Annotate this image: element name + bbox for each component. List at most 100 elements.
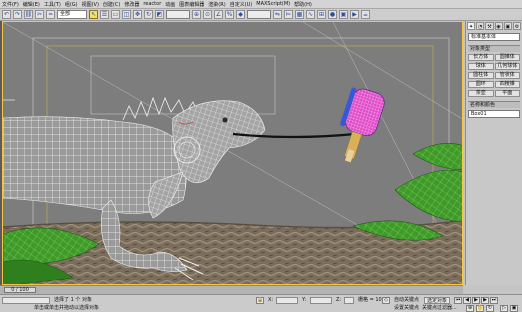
tab-modify[interactable]: ◔ — [476, 22, 485, 30]
snap-icon[interactable]: ⊙ — [203, 10, 212, 19]
pan-icon[interactable]: ✋ — [476, 305, 484, 312]
menu-rendering[interactable]: 渲染(R) — [208, 1, 225, 8]
menu-maxscript[interactable]: MAXScript(M) — [256, 1, 290, 7]
field-of-view-icon[interactable]: ▷ — [500, 305, 508, 312]
rotate-icon[interactable]: ↻ — [144, 10, 153, 19]
select-icon[interactable]: ↖ — [89, 10, 98, 19]
menu-graph-editors[interactable]: 图表编辑器 — [179, 1, 204, 8]
sphere-button[interactable]: 球体 — [468, 63, 494, 70]
cone-button[interactable]: 圆锥体 — [494, 54, 520, 61]
iguana-eye — [221, 116, 229, 124]
command-panel: ✦ ◔ ⚒ ◉ ▣ ⚙ 标准基本体 对象类型 长方体 圆锥体 球体 几何球体 圆… — [465, 21, 522, 285]
menu-bar: 文件(F) 编辑(E) 工具(T) 组(G) 视图(V) 创建(C) 修改器 r… — [0, 0, 522, 9]
geosphere-button[interactable]: 几何球体 — [494, 63, 520, 70]
rect-region-icon[interactable]: ▭ — [111, 10, 120, 19]
auto-key-label[interactable]: 自动关键点 — [394, 297, 419, 303]
menu-create[interactable]: 创建(C) — [103, 1, 120, 8]
pyramid-button[interactable]: 四棱锥 — [494, 81, 520, 88]
object-type-section[interactable]: 对象类型 — [468, 45, 520, 52]
move-icon[interactable]: ✥ — [133, 10, 142, 19]
select-by-name-icon[interactable]: ☰ — [100, 10, 109, 19]
tab-hierarchy[interactable]: ⚒ — [485, 22, 494, 30]
z-coord-field[interactable] — [344, 297, 354, 304]
set-key-label[interactable]: 设置关键点 — [394, 305, 419, 311]
spinner-snap-icon[interactable]: ◆ — [236, 10, 245, 19]
pivot-icon[interactable]: ⊕ — [192, 10, 201, 19]
unlink-icon[interactable]: ✂ — [35, 10, 44, 19]
undo-icon[interactable]: ↶ — [2, 10, 11, 19]
y-coord-label: Y: — [302, 297, 307, 303]
menu-group[interactable]: 组(G) — [65, 1, 78, 8]
schematic-icon[interactable]: ⊞ — [317, 10, 326, 19]
selection-status: 选择了 1 个 对象 — [54, 297, 92, 303]
main-toolbar: ↶ ↷ ⛓ ✂ ≈ 全部 ↖ ☰ ▭ ◫ ✥ ↻ ◩ ⊕ ⊙ ∠ % ◆ ⇋ ⊨… — [0, 9, 522, 21]
torus-button[interactable]: 圆环 — [468, 81, 494, 88]
play-icon[interactable]: ▶ — [472, 297, 480, 304]
orbit-icon[interactable]: ↻ — [486, 305, 494, 312]
align-icon[interactable]: ⊨ — [284, 10, 293, 19]
mirror-icon[interactable]: ⇋ — [273, 10, 282, 19]
material-editor-icon[interactable]: ● — [328, 10, 337, 19]
next-frame-icon[interactable]: ▶ — [481, 297, 489, 304]
render-icon[interactable]: ▶ — [350, 10, 359, 19]
named-selection-dropdown[interactable] — [247, 10, 271, 19]
object-button-row: 球体 几何球体 — [468, 63, 520, 70]
tab-create[interactable]: ✦ — [467, 22, 476, 30]
selected-object-dropdown[interactable]: 选定对象 — [424, 297, 450, 304]
viewport-scene — [3, 22, 462, 284]
teapot-button[interactable]: 茶壶 — [468, 90, 494, 97]
tab-motion[interactable]: ◉ — [494, 22, 503, 30]
window-crossing-icon[interactable]: ◫ — [122, 10, 131, 19]
prev-frame-icon[interactable]: ◀ — [463, 297, 471, 304]
key-filters-label[interactable]: 关键点过滤器... — [422, 305, 457, 311]
object-category-dropdown[interactable]: 标准基本体 — [468, 33, 520, 41]
menu-file[interactable]: 文件(F) — [2, 1, 19, 8]
object-button-row: 圆环 四棱锥 — [468, 81, 520, 88]
tab-display[interactable]: ▣ — [503, 22, 512, 30]
plane-button[interactable]: 平面 — [494, 90, 520, 97]
bind-space-warp-icon[interactable]: ≈ — [46, 10, 55, 19]
menu-modifiers[interactable]: 修改器 — [124, 1, 139, 8]
lock-selection-icon[interactable]: 🔒 — [256, 297, 264, 304]
zoom-icon[interactable]: ⊕ — [466, 305, 474, 312]
perspective-viewport[interactable] — [2, 21, 463, 285]
menu-reactor[interactable]: reactor — [143, 1, 161, 7]
menu-animation[interactable]: 动画 — [165, 1, 175, 8]
box-button[interactable]: 长方体 — [468, 54, 494, 61]
tab-utilities[interactable]: ⚙ — [512, 22, 522, 30]
tube-button[interactable]: 管状体 — [494, 72, 520, 79]
redo-icon[interactable]: ↷ — [13, 10, 22, 19]
prompt-text: 单击或单击并拖动以选择对象 — [34, 305, 100, 311]
object-button-row: 长方体 圆锥体 — [468, 54, 520, 61]
name-color-section[interactable]: 名称和颜色 — [468, 101, 520, 108]
menu-edit[interactable]: 编辑(E) — [23, 1, 40, 8]
z-coord-label: Z: — [336, 297, 342, 303]
angle-snap-icon[interactable]: ∠ — [214, 10, 223, 19]
go-to-end-icon[interactable]: ⏭ — [490, 297, 498, 304]
percent-snap-icon[interactable]: % — [225, 10, 234, 19]
link-icon[interactable]: ⛓ — [24, 10, 33, 19]
time-slider[interactable]: 0 / 100 — [4, 287, 36, 293]
go-to-start-icon[interactable]: ⏮ — [454, 297, 462, 304]
ref-coord-dropdown[interactable] — [166, 10, 190, 19]
curve-editor-icon[interactable]: ∿ — [306, 10, 315, 19]
x-coord-field[interactable] — [276, 297, 298, 304]
menu-view[interactable]: 视图(V) — [82, 1, 99, 8]
render-setup-icon[interactable]: ▣ — [339, 10, 348, 19]
quick-render-icon[interactable]: ☕ — [361, 10, 370, 19]
listener-box[interactable] — [2, 297, 50, 304]
scale-icon[interactable]: ◩ — [155, 10, 164, 19]
cylinder-button[interactable]: 圆柱体 — [468, 72, 494, 79]
menu-customize[interactable]: 自定义(U) — [230, 1, 253, 8]
layer-icon[interactable]: ▦ — [295, 10, 304, 19]
menu-help[interactable]: 帮助(H) — [294, 1, 312, 8]
key-mode-icon[interactable]: ◇ — [382, 297, 390, 304]
object-button-row: 茶壶 平面 — [468, 90, 520, 97]
object-name-field[interactable]: Box01 — [468, 110, 520, 118]
y-coord-field[interactable] — [310, 297, 332, 304]
maximize-viewport-icon[interactable]: ▣ — [510, 305, 518, 312]
menu-tools[interactable]: 工具(T) — [44, 1, 61, 8]
selection-filter-dropdown[interactable]: 全部 — [57, 10, 87, 19]
time-slider-track[interactable]: 0 / 100 — [0, 285, 463, 294]
command-panel-tabs: ✦ ◔ ⚒ ◉ ▣ ⚙ — [466, 21, 522, 31]
